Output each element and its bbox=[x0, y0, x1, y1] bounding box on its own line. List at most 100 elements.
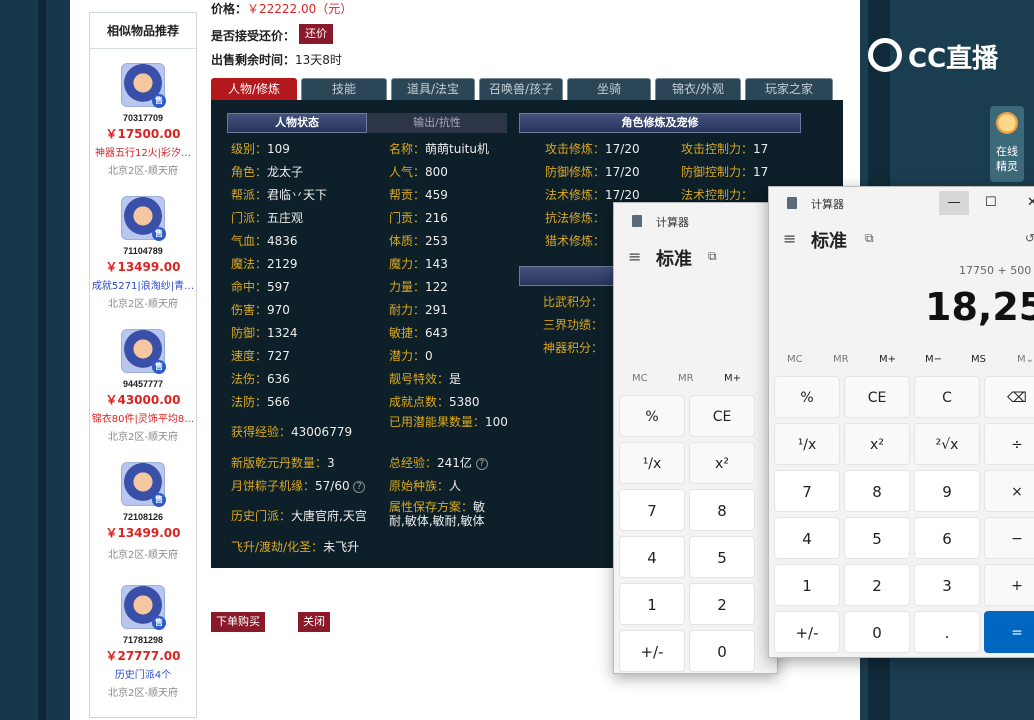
calc-key[interactable]: − bbox=[984, 517, 1034, 559]
history-icon[interactable]: ↺ bbox=[1025, 231, 1034, 245]
stat-row: 门派：五庄观 bbox=[231, 211, 304, 225]
keep-on-top-icon[interactable]: ⧉ bbox=[865, 231, 874, 246]
calc-key[interactable]: 5 bbox=[689, 536, 755, 578]
header-status[interactable]: 人物状态 bbox=[227, 113, 367, 133]
potion-row: 已用潜能果数量：100 bbox=[389, 415, 508, 429]
cultivation-row: 攻击修炼：17/20 bbox=[545, 142, 640, 156]
calc-key[interactable]: 8 bbox=[689, 489, 755, 531]
calc-key[interactable]: ¹/x bbox=[774, 423, 840, 465]
close-button[interactable]: 关闭 bbox=[298, 612, 330, 632]
sale-badge: 售 bbox=[152, 94, 166, 108]
calc-key[interactable]: +/- bbox=[774, 611, 840, 653]
calc-key[interactable]: 9 bbox=[914, 470, 980, 512]
online-helper[interactable]: 在线 精灵 bbox=[990, 106, 1024, 182]
calc-key[interactable]: 4 bbox=[774, 517, 840, 559]
tab-4[interactable]: 坐骑 bbox=[567, 78, 651, 100]
buy-button[interactable]: 下单购买 bbox=[211, 612, 265, 632]
race-row: 原始种族：人 bbox=[389, 479, 462, 493]
keep-on-top-icon[interactable]: ⧉ bbox=[708, 249, 717, 264]
tab-1[interactable]: 技能 bbox=[301, 78, 387, 100]
memory-button[interactable]: M− bbox=[925, 354, 942, 365]
item-server: 北京2区-顺天府 bbox=[108, 432, 178, 443]
character-avatar[interactable]: 售 bbox=[121, 196, 166, 241]
tab-2[interactable]: 道具/法宝 bbox=[391, 78, 475, 100]
recommend-item[interactable]: 售 71781298 ￥27777.00 历史门派4个 北京2区-顺天府 bbox=[90, 585, 196, 699]
memory-button[interactable]: MS bbox=[971, 354, 986, 365]
memory-button[interactable]: MC bbox=[787, 354, 803, 365]
tab-6[interactable]: 玩家之家 bbox=[745, 78, 833, 100]
calc-key[interactable]: 7 bbox=[774, 470, 840, 512]
stat-row: 靓号特效：是 bbox=[389, 372, 462, 386]
help-icon[interactable]: ? bbox=[353, 480, 366, 493]
qian-row: 新版乾元丹数量：3 bbox=[231, 456, 335, 470]
calc-key[interactable]: ⌫ bbox=[984, 376, 1034, 418]
calc-key[interactable]: 4 bbox=[619, 536, 685, 578]
memory-button[interactable]: MR bbox=[678, 373, 694, 384]
calc-key[interactable]: 5 bbox=[844, 517, 910, 559]
memory-button[interactable]: M+ bbox=[724, 373, 741, 384]
memory-button[interactable]: MC bbox=[632, 373, 648, 384]
calc-key[interactable]: × bbox=[984, 470, 1034, 512]
calc-key[interactable]: 3 bbox=[914, 564, 980, 606]
calc-key[interactable]: 8 bbox=[844, 470, 910, 512]
calc-key[interactable]: ÷ bbox=[984, 423, 1034, 465]
memory-button[interactable]: MR bbox=[833, 354, 849, 365]
calculator-window-back[interactable]: 计算器 ≡ 标准 ⧉ MC MR M+ % CE ¹/x x² 7 8 4 5 1 2 +/- 0 bbox=[613, 202, 778, 674]
character-avatar[interactable]: 售 bbox=[121, 585, 166, 630]
maximize-button[interactable]: ☐ bbox=[985, 195, 997, 210]
calc-key[interactable]: 2 bbox=[844, 564, 910, 606]
calc-key[interactable]: +/- bbox=[619, 630, 685, 672]
exp-row: 获得经验：43006779 bbox=[231, 425, 353, 439]
calc-key[interactable]: 1 bbox=[619, 583, 685, 625]
calc-key[interactable]: % bbox=[774, 376, 840, 418]
calc-display: 18,250 bbox=[925, 285, 1034, 329]
tab-3[interactable]: 召唤兽/孩子 bbox=[479, 78, 563, 100]
recommend-item[interactable]: 售 72108126 ￥13499.00 北京2区-顺天府 bbox=[90, 462, 196, 561]
item-price: ￥43000.00 bbox=[105, 393, 181, 407]
hamburger-menu-icon[interactable]: ≡ bbox=[628, 247, 641, 266]
tab-0[interactable]: 人物/修炼 bbox=[211, 78, 297, 100]
calc-key[interactable]: C bbox=[914, 376, 980, 418]
calc-key[interactable]: 7 bbox=[619, 489, 685, 531]
remain-value: 13天8时 bbox=[295, 53, 342, 67]
header-output[interactable]: 输出/抗性 bbox=[367, 113, 507, 133]
memory-button[interactable]: M+ bbox=[879, 354, 896, 365]
recommend-item[interactable]: 售 70317709 ￥17500.00 神器五行12火|彩汐… 北京2区-顺天府 bbox=[90, 63, 196, 177]
calc-key[interactable]: 0 bbox=[844, 611, 910, 653]
calculator-window-front[interactable]: 计算器 — ☐ ✕ ≡ 标准 ⧉ ↺ 17750 + 500 = 18,250 … bbox=[768, 186, 1034, 658]
cc-logo-text: CC直播 bbox=[908, 44, 999, 74]
memory-button[interactable]: M⌄ bbox=[1017, 354, 1034, 365]
calc-key[interactable]: x² bbox=[844, 423, 910, 465]
item-price: ￥13499.00 bbox=[105, 260, 181, 274]
calc-key[interactable]: + bbox=[984, 564, 1034, 606]
calc-key[interactable]: . bbox=[914, 611, 980, 653]
control-row: 法术控制力： bbox=[681, 188, 754, 202]
calc-key[interactable]: ²√x bbox=[914, 423, 980, 465]
stat-row: 速度：727 bbox=[231, 349, 290, 363]
calc-key[interactable]: ¹/x bbox=[619, 442, 685, 484]
price-label: 价格： bbox=[211, 2, 248, 16]
tab-5[interactable]: 锦衣/外观 bbox=[655, 78, 741, 100]
calc-key[interactable]: 0 bbox=[689, 630, 755, 672]
hamburger-menu-icon[interactable]: ≡ bbox=[783, 229, 796, 248]
calc-key[interactable]: x² bbox=[689, 442, 755, 484]
stat-row: 防御：1324 bbox=[231, 326, 298, 340]
calc-key[interactable]: 6 bbox=[914, 517, 980, 559]
character-avatar[interactable]: 售 bbox=[121, 63, 166, 108]
character-avatar[interactable]: 售 bbox=[121, 329, 166, 374]
attr-row: 属性保存方案：敏耐,敏体,敏耐,敏体 bbox=[389, 500, 486, 528]
stat-row: 气血：4836 bbox=[231, 234, 298, 248]
calc-key[interactable]: CE bbox=[689, 395, 755, 437]
recommend-item[interactable]: 售 94457777 ￥43000.00 锦衣80件|灵饰平均8… 北京2区-顺天府 bbox=[90, 329, 196, 443]
calc-key[interactable]: CE bbox=[844, 376, 910, 418]
bargain-button[interactable]: 还价 bbox=[299, 24, 333, 44]
help-icon[interactable]: ? bbox=[475, 457, 488, 470]
recommend-item[interactable]: 售 71104789 ￥13499.00 成就5271|浪淘纱|青… 北京2区-顺天府 bbox=[90, 196, 196, 310]
character-avatar[interactable]: 售 bbox=[121, 462, 166, 507]
calc-key[interactable]: 2 bbox=[689, 583, 755, 625]
calc-key[interactable]: % bbox=[619, 395, 685, 437]
window-close-button[interactable]: ✕ bbox=[1027, 195, 1034, 210]
minimize-button[interactable]: — bbox=[939, 191, 969, 215]
calc-key[interactable]: = bbox=[984, 611, 1034, 653]
calc-key[interactable]: 1 bbox=[774, 564, 840, 606]
